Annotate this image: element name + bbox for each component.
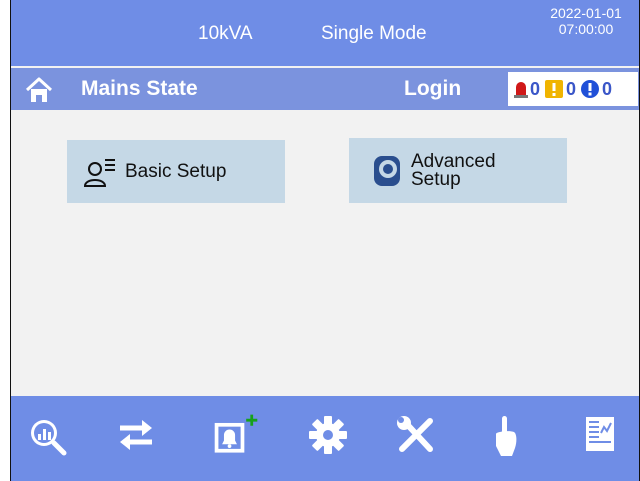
- log-report-icon: [586, 417, 614, 451]
- alarm-count: 0: [530, 78, 541, 99]
- alarm-summary[interactable]: 0 0 0: [508, 72, 638, 106]
- red-alarm-light-icon: [514, 82, 528, 98]
- bottom-toolbar: [11, 396, 639, 481]
- capacity-label: 10kVA: [198, 23, 253, 44]
- touch-button[interactable]: [481, 410, 531, 460]
- datetime: 2022-01-01 07:00:00: [541, 5, 631, 37]
- analytics-button[interactable]: [23, 410, 73, 460]
- title-bar: Mains State Login 0 0 0: [11, 68, 639, 110]
- tools-icon: [397, 416, 433, 452]
- gear-icon: [309, 416, 347, 454]
- status-bar: 10kVA Single Mode 2022-01-01 07:00:00: [11, 0, 639, 66]
- advanced-setup-label-line2: Setup: [411, 168, 461, 190]
- maintenance-button[interactable]: [391, 410, 441, 460]
- warning-count: 0: [566, 78, 577, 99]
- settings-button[interactable]: [303, 410, 353, 460]
- info-count: 0: [602, 78, 613, 99]
- login-button[interactable]: Login: [404, 77, 461, 101]
- time-label: 07:00:00: [558, 21, 614, 37]
- home-icon[interactable]: [25, 76, 53, 104]
- user-list-icon: [83, 158, 115, 187]
- transfer-arrows-icon: [120, 420, 152, 450]
- blue-info-icon: [581, 80, 600, 98]
- advanced-setup-label: Advanced Setup: [411, 150, 496, 190]
- alarm-add-icon: [214, 414, 258, 453]
- yellow-warning-icon: [545, 80, 564, 98]
- analytics-search-icon: [31, 420, 67, 456]
- log-button[interactable]: [575, 410, 625, 460]
- date-label: 2022-01-01: [550, 5, 622, 21]
- touch-hand-icon: [496, 416, 517, 456]
- main-content: Basic Setup Advanced Setup: [11, 110, 639, 396]
- basic-setup-button[interactable]: Basic Setup: [67, 140, 285, 203]
- advanced-setup-label-line1: Advanced: [411, 150, 496, 172]
- basic-setup-label: Basic Setup: [125, 161, 227, 182]
- mode-label: Single Mode: [321, 23, 427, 44]
- transfer-button[interactable]: [111, 410, 161, 460]
- advanced-setup-button[interactable]: Advanced Setup: [349, 138, 567, 203]
- page-title: Mains State: [81, 77, 198, 100]
- advanced-setup-icon: [374, 155, 400, 186]
- alarm-add-button[interactable]: [211, 410, 261, 460]
- ups-screen: 10kVA Single Mode 2022-01-01 07:00:00 Ma…: [10, 0, 640, 481]
